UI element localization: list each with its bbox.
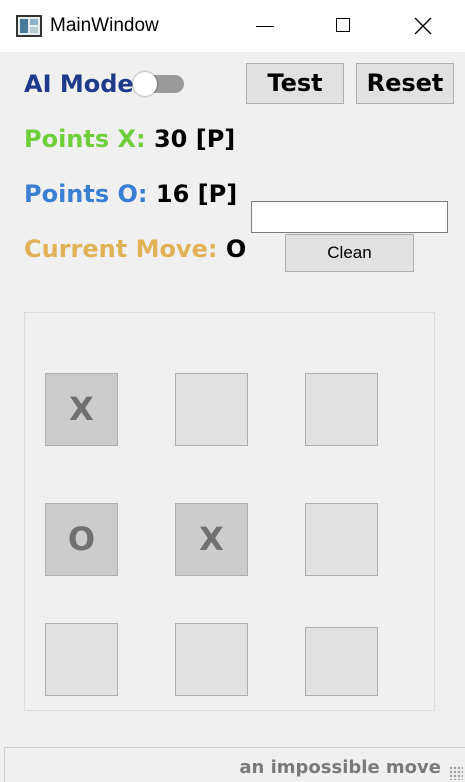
board-cell-6[interactable] (305, 503, 378, 576)
current-move-row: Current Move: O (24, 235, 246, 263)
reset-button[interactable]: Reset (356, 63, 454, 104)
maximize-icon (336, 18, 350, 32)
ai-mode-label: AI Mode (24, 70, 134, 98)
points-o-row: Points O: 16 [P] (24, 180, 237, 208)
resize-grip-icon[interactable] (449, 766, 463, 780)
board-cell-3[interactable] (305, 373, 378, 446)
minimize-button[interactable] (224, 0, 304, 52)
window-title: MainWindow (50, 15, 159, 36)
minimize-icon (256, 26, 274, 27)
points-o-label: Points O: (24, 180, 148, 208)
current-move-label: Current Move: (24, 235, 218, 263)
current-move-value: O (225, 235, 247, 263)
points-x-label: Points X: (24, 125, 146, 153)
board-cell-9[interactable] (305, 627, 378, 696)
ai-mode-toggle[interactable] (133, 72, 184, 96)
board-cell-4[interactable]: O (45, 503, 118, 576)
points-x-value: 30 [P] (153, 125, 236, 153)
board-cell-1[interactable]: X (45, 373, 118, 446)
app-icon (16, 15, 42, 37)
toggle-knob (133, 72, 157, 96)
points-o-value: 16 [P] (155, 180, 238, 208)
board-cell-8[interactable] (175, 623, 248, 696)
maximize-button[interactable] (304, 0, 384, 52)
close-button[interactable] (384, 0, 464, 52)
board-cell-5[interactable]: X (175, 503, 248, 576)
test-button[interactable]: Test (246, 63, 344, 104)
title-bar: MainWindow (0, 0, 465, 52)
game-board: X O X (24, 312, 435, 711)
board-cell-2[interactable] (175, 373, 248, 446)
close-icon (414, 17, 432, 35)
clean-button[interactable]: Clean (285, 234, 414, 272)
status-message: an impossible move (239, 757, 441, 778)
text-input[interactable] (251, 201, 448, 233)
board-cell-7[interactable] (45, 623, 118, 696)
status-bar: an impossible move (4, 747, 465, 782)
points-x-row: Points X: 30 [P] (24, 125, 235, 153)
